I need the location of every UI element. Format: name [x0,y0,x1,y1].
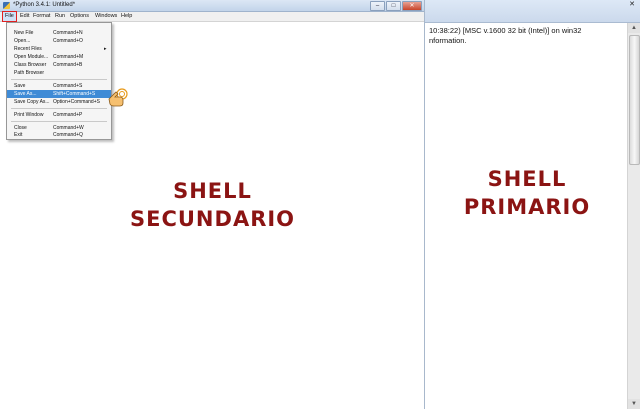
primary-shell-label: SHELL PRIMARIO [452,165,602,221]
vertical-scrollbar[interactable]: ▲ ▼ [627,23,640,409]
minimize-button[interactable]: – [370,1,385,11]
menu-separator [11,79,107,80]
label-line: SECUNDARIO [130,207,296,231]
hand-cursor-icon [108,88,128,107]
maximize-button[interactable]: □ [386,1,401,11]
menu-item-open-module[interactable]: Open Module... Command+M [7,53,111,61]
close-button[interactable]: ✕ [402,1,422,11]
shell-line: 10:38:22) [MSC v.1600 32 bit (Intel)] on… [429,26,582,35]
menu-edit[interactable]: Edit [20,12,29,21]
menu-windows[interactable]: Windows [95,12,117,21]
menu-item-path-browser[interactable]: Path Browser [7,69,111,77]
menu-separator [11,121,107,122]
menu-item-save[interactable]: Save Command+S [7,82,111,90]
label-line: SHELL [173,179,252,203]
window-controls: – □ ✕ [370,1,422,11]
file-dropdown-menu: New File Command+N Open... Command+O Rec… [6,22,112,140]
label-line: PRIMARIO [463,195,591,219]
menubar: File Edit Format Run Options Windows Hel… [0,11,424,22]
idle-editor-window: *Python 3.4.1: Untitled* – □ ✕ File Edit… [0,0,425,409]
label-line: SHELL [487,167,567,191]
shell-output: 10:38:22) [MSC v.1600 32 bit (Intel)] on… [429,26,581,46]
window-title: *Python 3.4.1: Untitled* [13,2,76,8]
scroll-thumb[interactable] [629,35,640,165]
menu-item-class-browser[interactable]: Class Browser Command+B [7,61,111,69]
menu-item-save-as[interactable]: Save As... Shift+Command+S [7,90,111,98]
python-icon [3,2,10,9]
shell-titlebar[interactable]: ✕ [425,0,640,23]
menu-item-open[interactable]: Open... Command+O [7,37,111,45]
menu-item-exit[interactable]: Exit Command+Q [7,131,111,139]
scroll-down-icon[interactable]: ▼ [628,399,640,409]
menu-run[interactable]: Run [55,12,65,21]
menu-options[interactable]: Options [70,12,89,21]
scroll-up-icon[interactable]: ▲ [628,23,640,33]
submenu-arrow-icon: ▸ [104,46,107,52]
menu-item-recent-files[interactable]: Recent Files ▸ [7,45,111,53]
menu-separator [11,108,107,109]
close-icon[interactable]: ✕ [627,1,637,9]
menu-item-save-copy-as[interactable]: Save Copy As... Option+Command+S [7,98,111,106]
editor-titlebar[interactable]: *Python 3.4.1: Untitled* – □ ✕ [0,0,424,12]
menu-item-print-window[interactable]: Print Window Command+P [7,111,111,119]
menu-file[interactable]: File [2,11,17,22]
menu-item-new-file[interactable]: New File Command+N [7,29,111,37]
menu-format[interactable]: Format [33,12,50,21]
secondary-shell-label: SHELL SECUNDARIO [130,177,295,233]
menu-help[interactable]: Help [121,12,132,21]
shell-line: nformation. [429,36,467,45]
